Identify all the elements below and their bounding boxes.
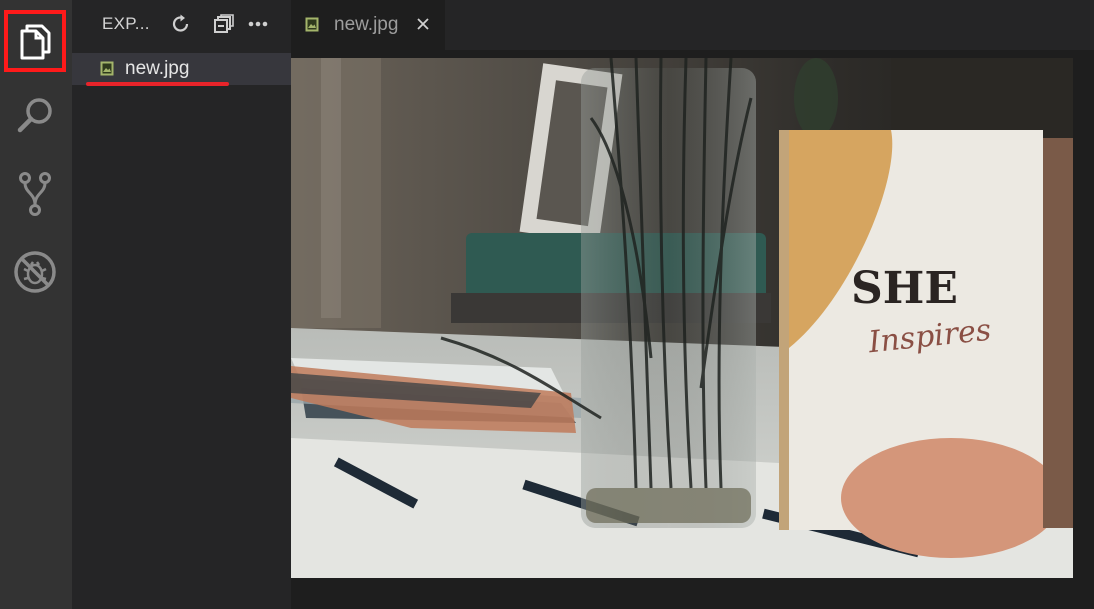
annotation-underline: [86, 82, 229, 86]
collapse-all-icon[interactable]: [212, 12, 236, 36]
tab-label: new.jpg: [334, 14, 399, 35]
file-item-new-jpg[interactable]: new.jpg: [72, 53, 291, 86]
explorer-sidebar: EXP... new.jpg: [72, 0, 291, 609]
file-label: new.jpg: [125, 58, 190, 79]
image-file-icon: [305, 17, 319, 37]
no-bug-icon: [12, 249, 58, 295]
tab-new-jpg[interactable]: new.jpg: [291, 0, 445, 50]
search-button[interactable]: [4, 84, 66, 146]
image-file-icon: [100, 61, 114, 81]
more-icon[interactable]: [246, 12, 270, 36]
editor-tab-bar: new.jpg: [291, 0, 1094, 50]
book-title-text: SHE: [851, 263, 958, 314]
source-control-icon: [17, 171, 53, 217]
sidebar-header: EXP...: [72, 0, 291, 48]
explorer-button[interactable]: [4, 10, 66, 72]
close-icon[interactable]: [413, 14, 433, 34]
sidebar-title: EXP...: [102, 14, 150, 33]
image-preview: SHE Inspires: [291, 58, 1073, 578]
files-icon: [16, 21, 54, 61]
refresh-icon[interactable]: [169, 12, 193, 36]
activity-bar: [0, 0, 72, 609]
debug-button[interactable]: [4, 241, 66, 303]
source-control-button[interactable]: [4, 163, 66, 225]
search-icon: [14, 94, 56, 136]
